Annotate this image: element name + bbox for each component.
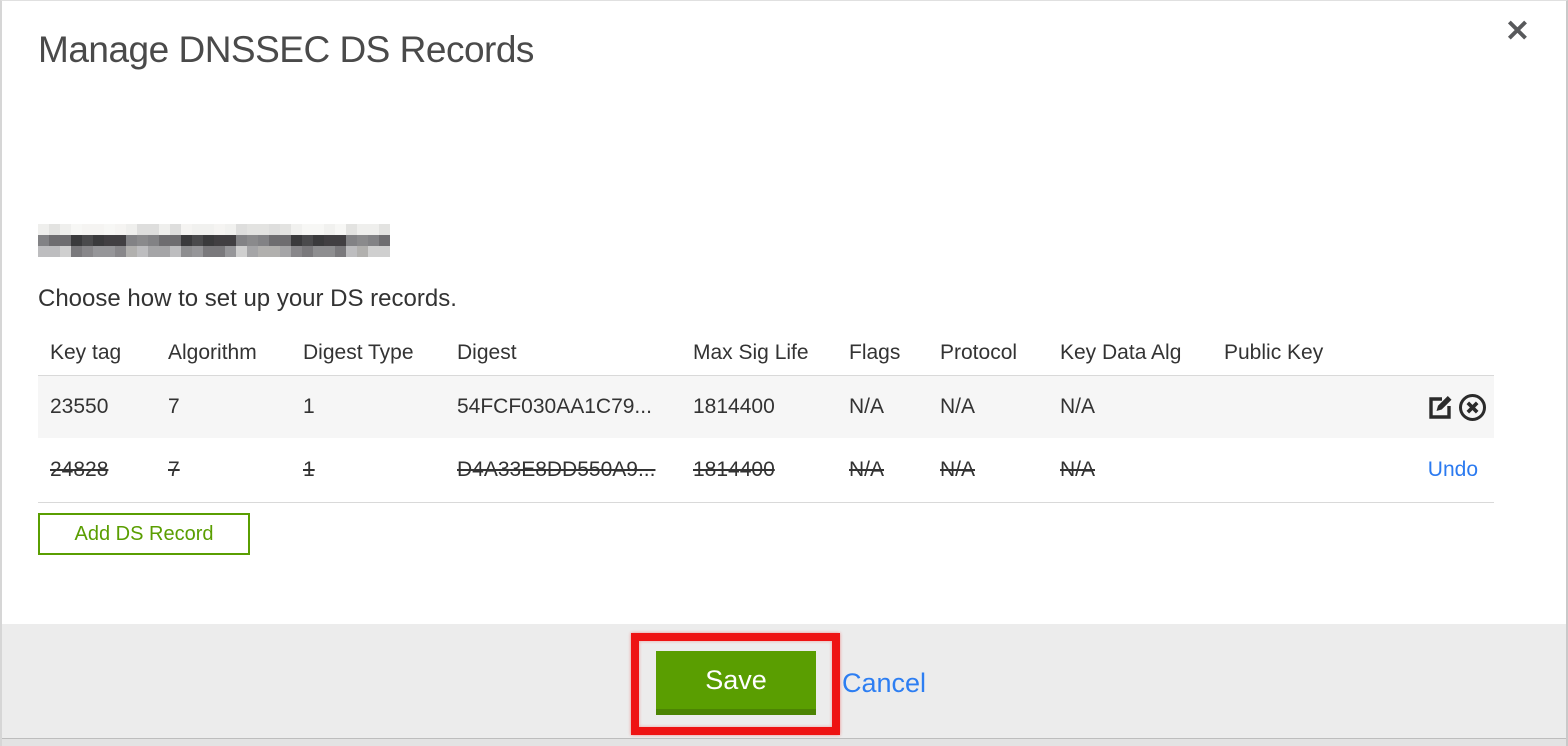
ds-records-table: Key tag Algorithm Digest Type Digest Max… <box>38 331 1494 503</box>
page-title: Manage DNSSEC DS Records <box>38 29 534 70</box>
cell-max-sig-life: 1814400 <box>693 395 775 418</box>
cell-digest-type: 1 <box>303 458 315 481</box>
col-header-max-sig-life: Max Sig Life <box>693 341 809 364</box>
cell-flags: N/A <box>849 458 885 481</box>
cell-key-data-alg: N/A <box>1060 458 1096 481</box>
redacted-domain <box>38 224 390 257</box>
cancel-link[interactable]: Cancel <box>842 668 926 699</box>
col-header-algorithm: Algorithm <box>168 341 257 364</box>
cell-max-sig-life: 1814400 <box>693 458 775 481</box>
remove-icon[interactable] <box>1457 391 1488 423</box>
cell-key-tag: 24828 <box>50 458 109 481</box>
cell-algorithm: 7 <box>168 458 180 481</box>
table-row-deleted: 24828 7 1 D4A33E8DD550A9... 1814400 N/A … <box>38 438 1494 503</box>
cell-protocol: N/A <box>940 395 976 418</box>
bottom-edge <box>2 738 1566 746</box>
col-header-protocol: Protocol <box>940 341 1018 364</box>
dnssec-modal: Manage DNSSEC DS Records ✕ Choose how to… <box>0 0 1568 746</box>
cell-digest: D4A33E8DD550A9... <box>457 458 656 481</box>
modal-footer: Save Cancel <box>2 624 1566 738</box>
instruction-text: Choose how to set up your DS records. <box>38 285 457 312</box>
close-icon[interactable]: ✕ <box>1505 17 1530 47</box>
table-row: 23550 7 1 54FCF030AA1C79... 1814400 N/A … <box>38 376 1494 438</box>
row-actions <box>1414 391 1494 423</box>
cell-digest: 54FCF030AA1C79... <box>457 395 652 418</box>
save-button[interactable]: Save <box>656 651 816 715</box>
cell-flags: N/A <box>849 395 885 418</box>
row-actions: Undo <box>1414 458 1494 482</box>
edit-icon[interactable] <box>1425 391 1455 423</box>
undo-link[interactable]: Undo <box>1428 458 1488 482</box>
cell-algorithm: 7 <box>168 395 180 418</box>
col-header-digest-type: Digest Type <box>303 341 414 364</box>
col-header-digest: Digest <box>457 341 517 364</box>
cell-key-data-alg: N/A <box>1060 395 1096 418</box>
cell-digest-type: 1 <box>303 395 315 418</box>
table-header-row: Key tag Algorithm Digest Type Digest Max… <box>38 331 1494 376</box>
col-header-public-key: Public Key <box>1224 341 1324 364</box>
cell-key-tag: 23550 <box>50 395 109 418</box>
col-header-key-data-alg: Key Data Alg <box>1060 341 1182 364</box>
col-header-key-tag: Key tag <box>50 341 122 364</box>
col-header-flags: Flags <box>849 341 901 364</box>
add-ds-record-button[interactable]: Add DS Record <box>38 513 250 555</box>
cell-protocol: N/A <box>940 458 976 481</box>
